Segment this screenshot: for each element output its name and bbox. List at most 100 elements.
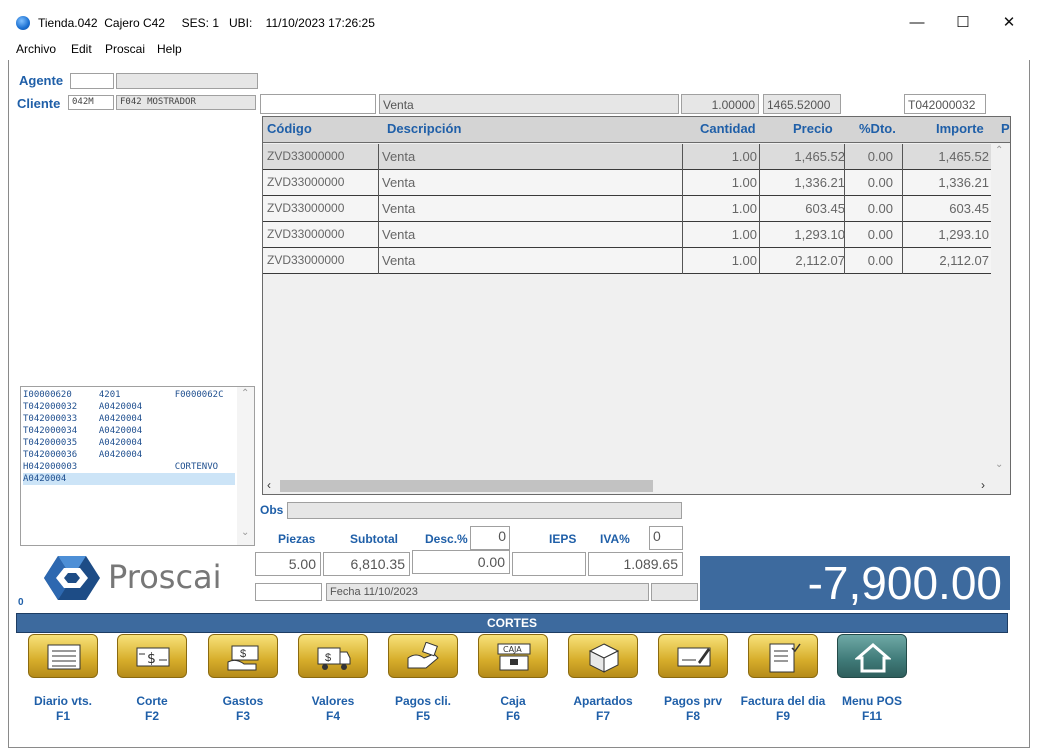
table-row[interactable]: ZVD33000000 Venta 1.00 2,112.07 0.00 2,112.07 [263,248,991,274]
cortes-bar: CORTES [16,613,1008,633]
function-button-f5[interactable] [388,634,458,678]
fecha-field: Fecha 11/10/2023 [326,583,649,601]
cash-register-icon: CAJA [497,643,531,671]
menu-edit[interactable]: Edit [71,42,92,56]
function-button-f8[interactable] [658,634,728,678]
svg-text:$: $ [240,648,246,660]
cliente-code-input[interactable]: 042M [68,95,114,110]
function-button-f7[interactable] [568,634,638,678]
function-button-label[interactable]: Factura del dia F9 [733,694,833,724]
menu-help[interactable]: Help [157,42,182,56]
function-button-label[interactable]: Pagos cli. F5 [373,694,473,724]
scroll-down-icon[interactable]: ⌄ [241,527,249,538]
function-button-label[interactable]: Gastos F3 [193,694,293,724]
function-button-name: Pagos cli. [394,694,452,708]
list-item[interactable]: T042000036 A0420004 [23,449,235,461]
proscai-logo-icon [44,556,100,600]
column-separator [378,144,379,170]
armored-truck-icon: $ [317,647,351,670]
scroll-right-icon[interactable]: › [981,478,985,492]
cell-descripcion: Venta [382,175,416,190]
cell-precio: 603.45 [805,201,845,216]
function-button-label[interactable]: Valores F4 [283,694,383,724]
list-item[interactable]: I00000620 4201 F0000062C [23,389,235,401]
list-item[interactable]: T042000034 A0420004 [23,425,235,437]
cliente-label: Cliente [17,96,61,111]
cell-dto: 0.00 [867,253,893,268]
cell-importe: 2,112.07 [939,253,989,268]
function-button-f1[interactable] [28,634,98,678]
scroll-down-icon[interactable]: ⌄ [995,459,1003,470]
cell-descripcion: Venta [382,227,416,242]
function-button-label[interactable]: Caja F6 [463,694,563,724]
function-button-key: F3 [235,709,250,723]
menu-archivo[interactable]: Archivo [16,42,56,56]
function-button-f2[interactable]: $ [117,634,187,678]
quantity-field[interactable]: 1.00000 [681,94,759,114]
grid-vertical-scrollbar[interactable]: ⌃ ⌄ [991,143,1010,478]
function-button-f6[interactable]: CAJA [478,634,548,678]
col-descripcion[interactable]: Descripción [387,121,461,136]
function-button-f3[interactable]: $ [208,634,278,678]
table-row[interactable]: ZVD33000000 Venta 1.00 1,336.21 0.00 1,336.21 [263,170,991,196]
menu-proscai[interactable]: Proscai [105,42,145,56]
function-button-label[interactable]: Apartados F7 [553,694,653,724]
scroll-thumb[interactable] [280,480,653,492]
listbox-scrollbar[interactable]: ⌃ ⌄ [237,387,254,545]
cell-cantidad: 1.00 [731,227,757,242]
maximize-button[interactable]: ☐ [940,10,986,36]
list-item[interactable]: T042000032 A0420004 [23,401,235,413]
function-button-label[interactable]: Diario vts. F1 [13,694,113,724]
minimize-button[interactable]: — [894,10,940,36]
list-item[interactable]: A0420004 [23,473,235,485]
product-description-field: Venta [379,94,679,114]
function-button-f11[interactable] [837,634,907,678]
invoice-icon [769,643,801,673]
function-button-label[interactable]: Menu POS F11 [822,694,922,724]
ieps-value [512,552,586,576]
function-button-label[interactable]: Pagos prv F8 [643,694,743,724]
column-separator [682,170,683,196]
svg-text:CAJA: CAJA [503,645,522,654]
table-row[interactable]: ZVD33000000 Venta 1.00 603.45 0.00 603.45 [263,196,991,222]
list-item[interactable]: H042000003 CORTENVO [23,461,235,473]
col-cantidad[interactable]: Cantidad [700,121,756,136]
desc-label: Desc.% [425,532,468,546]
document-listbox[interactable]: I00000620 4201 F0000062C T042000032 A0420… [20,386,255,546]
svg-text:$: $ [147,651,156,667]
column-separator [759,196,760,222]
col-codigo[interactable]: Código [267,121,312,136]
list-item[interactable]: T042000033 A0420004 [23,413,235,425]
cell-precio: 1,293.10 [794,227,845,242]
scroll-left-icon[interactable]: ‹ [267,478,271,492]
scroll-up-icon[interactable]: ⌃ [995,145,1003,156]
function-button-f4[interactable]: $ [298,634,368,678]
function-button-key: F9 [775,709,790,723]
cash-icon: $ [136,647,170,667]
scroll-up-icon[interactable]: ⌃ [241,388,249,399]
function-button-key: F8 [685,709,700,723]
col-p[interactable]: P [1001,121,1010,136]
function-button-key: F5 [415,709,430,723]
agente-code-input[interactable] [70,73,114,89]
list-item[interactable]: T042000035 A0420004 [23,437,235,449]
col-dto[interactable]: %Dto. [859,121,896,136]
function-button-label[interactable]: Corte F2 [102,694,202,724]
obs-input[interactable] [287,502,682,519]
function-button-f9[interactable] [748,634,818,678]
iva-pct-field[interactable]: 0 [649,526,683,550]
column-separator [682,248,683,274]
cell-importe: 1,465.52 [938,149,989,164]
table-row[interactable]: ZVD33000000 Venta 1.00 1,293.10 0.00 1,293.10 [263,222,991,248]
price-field[interactable]: 1465.52000 [763,94,841,114]
desc-pct-field[interactable]: 0 [470,526,510,550]
cell-importe: 603.45 [949,201,989,216]
col-importe[interactable]: Importe [936,121,984,136]
cell-descripcion: Venta [382,149,416,164]
function-button-key: F2 [144,709,159,723]
col-precio[interactable]: Precio [793,121,833,136]
column-separator [759,144,760,170]
product-code-input[interactable] [260,94,376,114]
close-button[interactable]: ✕ [986,10,1032,36]
table-row[interactable]: ZVD33000000 Venta 1.00 1,465.52 0.00 1,465.52 [263,144,991,170]
